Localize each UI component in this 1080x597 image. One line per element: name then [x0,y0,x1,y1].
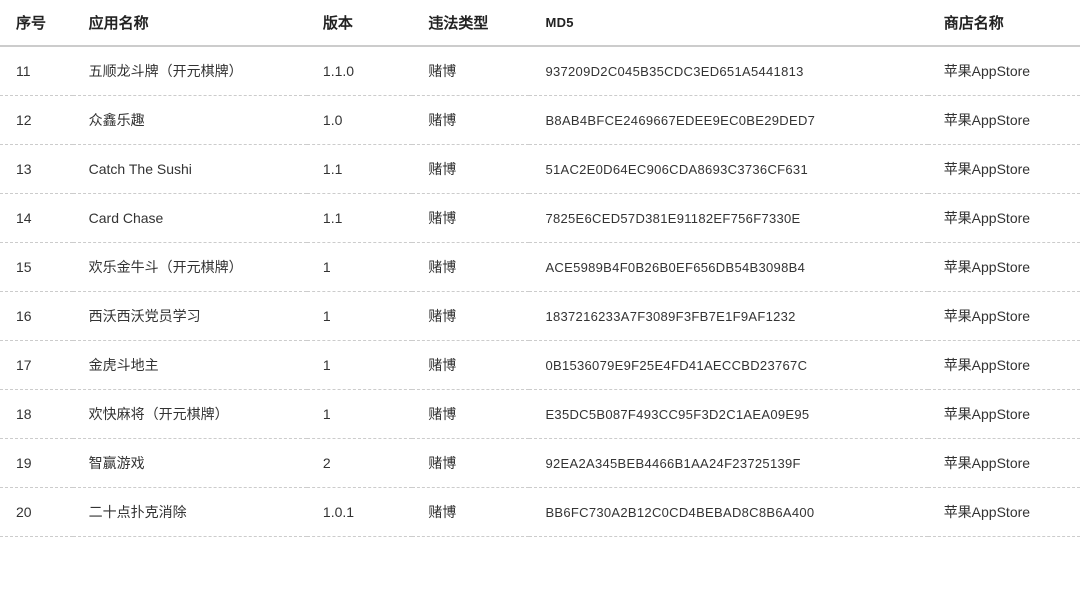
cell-version: 1 [307,292,412,341]
cell-type: 赌博 [412,46,529,96]
cell-store: 苹果AppStore [928,96,1080,145]
cell-store: 苹果AppStore [928,243,1080,292]
cell-version: 1.1 [307,194,412,243]
cell-name: 二十点扑克消除 [73,488,307,537]
cell-type: 赌博 [412,96,529,145]
header-store: 商店名称 [928,0,1080,46]
cell-store: 苹果AppStore [928,46,1080,96]
cell-md5: 7825E6CED57D381E91182EF756F7330E [529,194,927,243]
header-md5: MD5 [529,0,927,46]
cell-md5: 937209D2C045B35CDC3ED651A5441813 [529,46,927,96]
header-type: 违法类型 [412,0,529,46]
cell-version: 1.0 [307,96,412,145]
cell-seq: 12 [0,96,73,145]
cell-version: 1.1 [307,145,412,194]
cell-version: 1.0.1 [307,488,412,537]
cell-type: 赌博 [412,439,529,488]
cell-md5: BB6FC730A2B12C0CD4BEBAD8C8B6A400 [529,488,927,537]
cell-type: 赌博 [412,341,529,390]
cell-md5: ACE5989B4F0B26B0EF656DB54B3098B4 [529,243,927,292]
cell-type: 赌博 [412,390,529,439]
table-row: 18欢快麻将（开元棋牌）1赌博E35DC5B087F493CC95F3D2C1A… [0,390,1080,439]
table-row: 15欢乐金牛斗（开元棋牌）1赌博ACE5989B4F0B26B0EF656DB5… [0,243,1080,292]
cell-name: 金虎斗地主 [73,341,307,390]
cell-name: 西沃西沃党员学习 [73,292,307,341]
cell-seq: 16 [0,292,73,341]
cell-seq: 13 [0,145,73,194]
cell-type: 赌博 [412,145,529,194]
table-row: 14Card Chase1.1赌博7825E6CED57D381E91182EF… [0,194,1080,243]
cell-seq: 20 [0,488,73,537]
cell-seq: 17 [0,341,73,390]
data-table: 序号 应用名称 版本 违法类型 MD5 商店名称 11五顺龙斗牌（开元棋牌）1.… [0,0,1080,537]
cell-version: 1 [307,390,412,439]
cell-type: 赌博 [412,488,529,537]
cell-store: 苹果AppStore [928,145,1080,194]
table-row: 19智赢游戏2赌博92EA2A345BEB4466B1AA24F23725139… [0,439,1080,488]
table-container: 序号 应用名称 版本 违法类型 MD5 商店名称 11五顺龙斗牌（开元棋牌）1.… [0,0,1080,537]
cell-md5: 0B1536079E9F25E4FD41AECCBD23767C [529,341,927,390]
cell-store: 苹果AppStore [928,439,1080,488]
cell-version: 1 [307,341,412,390]
cell-type: 赌博 [412,194,529,243]
table-row: 11五顺龙斗牌（开元棋牌）1.1.0赌博937209D2C045B35CDC3E… [0,46,1080,96]
cell-type: 赌博 [412,292,529,341]
header-seq: 序号 [0,0,73,46]
cell-version: 1.1.0 [307,46,412,96]
cell-md5: 92EA2A345BEB4466B1AA24F23725139F [529,439,927,488]
cell-name: 欢快麻将（开元棋牌） [73,390,307,439]
header-name: 应用名称 [73,0,307,46]
cell-name: Catch The Sushi [73,145,307,194]
cell-name: Card Chase [73,194,307,243]
cell-version: 1 [307,243,412,292]
table-row: 16西沃西沃党员学习1赌博1837216233A7F3089F3FB7E1F9A… [0,292,1080,341]
cell-name: 智赢游戏 [73,439,307,488]
table-row: 17金虎斗地主1赌博0B1536079E9F25E4FD41AECCBD2376… [0,341,1080,390]
cell-seq: 11 [0,46,73,96]
cell-seq: 18 [0,390,73,439]
cell-type: 赌博 [412,243,529,292]
cell-seq: 19 [0,439,73,488]
cell-md5: 51AC2E0D64EC906CDA8693C3736CF631 [529,145,927,194]
cell-seq: 15 [0,243,73,292]
cell-store: 苹果AppStore [928,390,1080,439]
cell-store: 苹果AppStore [928,194,1080,243]
cell-store: 苹果AppStore [928,341,1080,390]
table-header-row: 序号 应用名称 版本 违法类型 MD5 商店名称 [0,0,1080,46]
cell-version: 2 [307,439,412,488]
cell-seq: 14 [0,194,73,243]
cell-md5: 1837216233A7F3089F3FB7E1F9AF1232 [529,292,927,341]
table-row: 20二十点扑克消除1.0.1赌博BB6FC730A2B12C0CD4BEBAD8… [0,488,1080,537]
cell-name: 五顺龙斗牌（开元棋牌） [73,46,307,96]
cell-md5: E35DC5B087F493CC95F3D2C1AEA09E95 [529,390,927,439]
cell-store: 苹果AppStore [928,292,1080,341]
table-row: 12众鑫乐趣1.0赌博B8AB4BFCE2469667EDEE9EC0BE29D… [0,96,1080,145]
table-row: 13Catch The Sushi1.1赌博51AC2E0D64EC906CDA… [0,145,1080,194]
cell-name: 众鑫乐趣 [73,96,307,145]
cell-name: 欢乐金牛斗（开元棋牌） [73,243,307,292]
cell-store: 苹果AppStore [928,488,1080,537]
header-version: 版本 [307,0,412,46]
cell-md5: B8AB4BFCE2469667EDEE9EC0BE29DED7 [529,96,927,145]
